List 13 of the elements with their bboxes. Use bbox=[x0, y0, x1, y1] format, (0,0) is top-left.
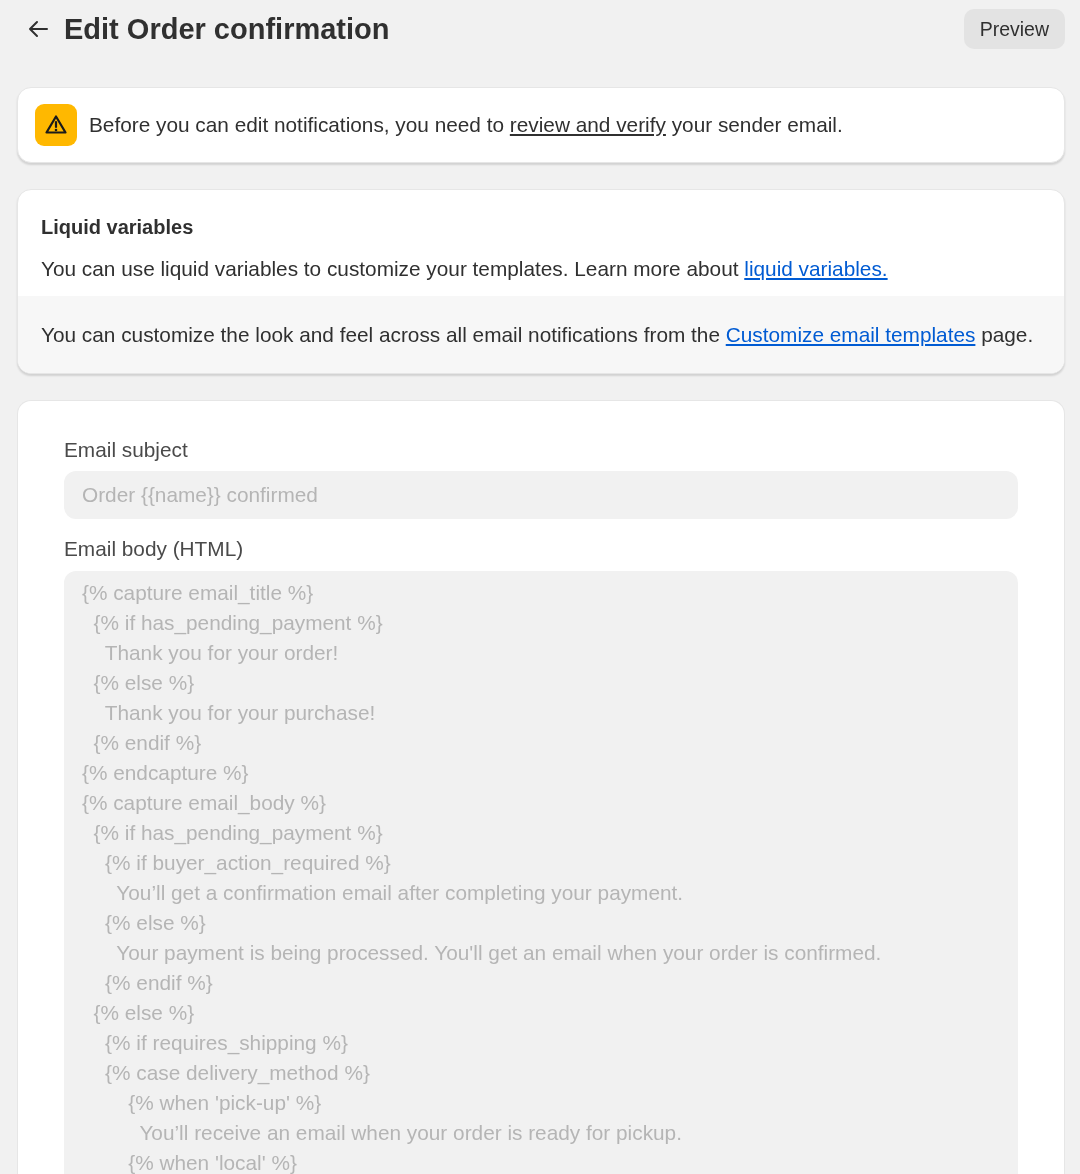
banner-message: Before you can edit notifications, you need to review and verify your sender email. bbox=[89, 113, 843, 137]
field-label: Email body (HTML) bbox=[64, 538, 245, 560]
page-title: Edit Order confirmation bbox=[64, 12, 391, 47]
preview-button[interactable]: Preview bbox=[963, 9, 1065, 49]
back-button[interactable] bbox=[28, 19, 48, 39]
field-label: Email subject bbox=[64, 439, 189, 461]
footer-text: You can customize the look and feel across all email notifications from the Customize email templates page. bbox=[41, 324, 1035, 346]
card-text: You can use liquid variables to customize your templates. Learn more about liquid variables. bbox=[41, 258, 889, 280]
arrow-left-icon bbox=[28, 19, 48, 39]
liquid-variables-link[interactable]: liquid variables. bbox=[744, 257, 888, 280]
customize-templates-link[interactable]: Customize email templates bbox=[725, 323, 976, 346]
card-title: Liquid variables bbox=[41, 216, 195, 238]
verify-link[interactable]: review and verify bbox=[509, 113, 666, 136]
